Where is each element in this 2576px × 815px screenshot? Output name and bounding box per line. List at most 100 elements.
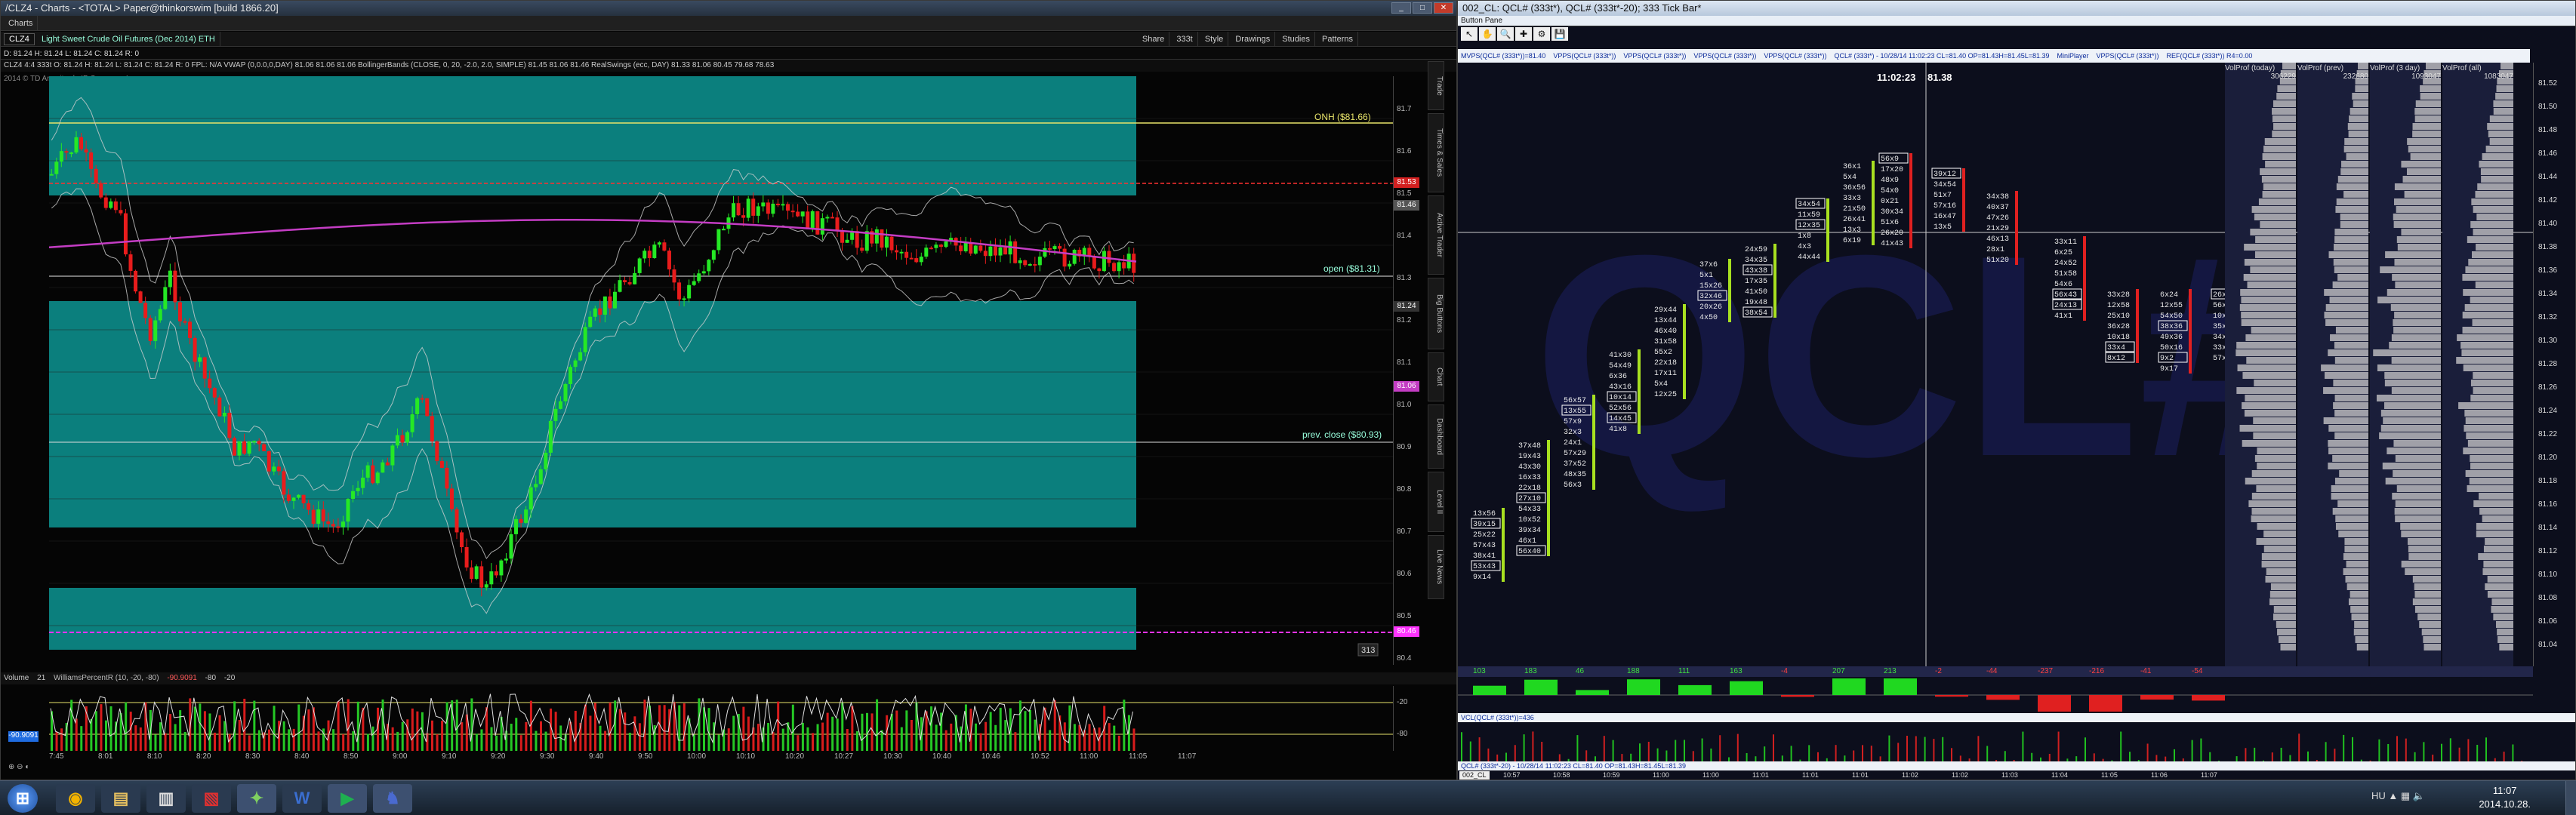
share-button[interactable]: Share — [1138, 32, 1170, 47]
candle-body — [1047, 248, 1052, 250]
tray-arrow-icon[interactable]: ▲ — [2388, 790, 2400, 801]
hand-icon[interactable]: ✋ — [1479, 27, 1496, 41]
indicator-header-item[interactable]: VPPS(QCL# (333t*)) — [1693, 52, 1756, 60]
footprint-bar — [2189, 289, 2192, 374]
candle-body — [410, 414, 414, 432]
system-clock[interactable]: 11:07 2014.10.28. — [2479, 784, 2531, 811]
profile-bar — [2260, 221, 2296, 228]
volume-bar — [139, 727, 142, 751]
volume-profile-total: 232680 — [2343, 72, 2368, 81]
save-icon[interactable]: 💾 — [1551, 27, 1568, 41]
app-icon[interactable]: ♞ — [373, 784, 412, 813]
footprint-price-tick: 81.06 — [2538, 617, 2558, 626]
profile-bar — [2489, 138, 2513, 145]
footprint-cell: 51x6 — [1881, 219, 1899, 227]
price-chart[interactable]: ONH ($81.66) open ($81.31) prev. close (… — [49, 76, 1393, 665]
volume-bar — [732, 715, 735, 751]
footprint-price-axis[interactable]: 81.52 81.50 81.48 81.46 81.44 81.42 81.40 81.38… — [2533, 63, 2575, 666]
price-axis[interactable]: 81.53 81.46 81.24 81.06 80.46 81.7 81.6 81… — [1393, 76, 1422, 665]
williams-chart[interactable] — [49, 686, 1393, 751]
symbol-input[interactable]: CLZ4 — [4, 33, 35, 45]
delta-value: 188 — [1627, 667, 1640, 675]
indicator-header-item[interactable]: MVPS(QCL# (333t*))=81.40 — [1461, 52, 1545, 60]
settings-icon[interactable]: ⚙ — [1533, 27, 1550, 41]
pan-icon[interactable]: ◐ — [25, 763, 29, 771]
maximize-button[interactable]: □ — [1413, 2, 1432, 14]
studies-button[interactable]: Studies — [1277, 32, 1315, 47]
cursor-icon[interactable]: ↖ — [1461, 27, 1478, 41]
thinkorswim-icon[interactable]: ✦ — [237, 784, 276, 813]
start-button[interactable]: ⊞ — [8, 784, 38, 813]
close-button[interactable]: ✕ — [1434, 2, 1453, 14]
delta-value: 207 — [1832, 667, 1845, 675]
side-tab-level-ii[interactable]: Level II — [1428, 472, 1444, 532]
style-button[interactable]: Style — [1200, 32, 1229, 47]
footprint-chart[interactable]: QCL# 11:02:23 81.38 13x56 39x15 25x22 57x43… — [1458, 63, 2533, 666]
chart-tab[interactable]: 002_CL — [1459, 771, 1490, 780]
chrome-icon[interactable]: ◉ — [56, 784, 95, 813]
zoom-out-icon[interactable]: ⊖ — [17, 763, 25, 771]
left-window-titlebar[interactable]: /CLZ4 - Charts - <TOTAL> Paper@thinkorsw… — [1, 1, 1456, 16]
volume-icon[interactable]: 🔈 — [2413, 790, 2425, 801]
zoom-icon[interactable]: 🔍 — [1497, 27, 1514, 41]
vcl-label-row: VCL(QCL# (333t*))=436 — [1458, 713, 2575, 722]
profile-bar — [2343, 553, 2368, 560]
indicator-header-item[interactable]: VPPS(QCL# (333t*)) — [1553, 52, 1616, 60]
side-tab-trade[interactable]: Trade — [1428, 61, 1444, 110]
notepad-icon[interactable]: ▥ — [146, 784, 186, 813]
open-label: open ($81.31) — [1323, 263, 1380, 274]
side-tab-live-news[interactable]: Live News — [1428, 535, 1444, 599]
profile-bar — [2395, 455, 2441, 462]
indicator-header-item[interactable]: QCL# (333t*) - 10/28/14 11:02:23 CL=81.4… — [1834, 52, 2049, 60]
footprint-time-tick: 11:02 — [1952, 771, 1968, 779]
side-tab-big-buttons[interactable]: Big Buttons — [1428, 278, 1444, 349]
delta-bar — [1730, 681, 1763, 695]
crosshair-icon[interactable]: ✚ — [1515, 27, 1532, 41]
indicator-header-item[interactable]: VPPS(QCL# (333t*)) — [2097, 52, 2159, 60]
side-tab-times-sales[interactable]: Times & Sales — [1428, 113, 1444, 192]
chart-tools: Share 333t Style Drawings Studies Patter… — [1138, 32, 1358, 47]
side-tab-active-trader[interactable]: Active Trader — [1428, 195, 1444, 275]
pdf-icon[interactable]: ▧ — [192, 784, 231, 813]
trading-app-icon[interactable]: ▶ — [328, 784, 367, 813]
indicator-header-item[interactable]: VPPS(QCL# (333t*)) — [1764, 52, 1826, 60]
candle-body — [123, 213, 128, 255]
volume-bar — [2209, 752, 2211, 761]
candle-body — [272, 466, 276, 472]
footprint-time-axis[interactable]: 10:57 10:58 10:59 11:00 11:00 11:01 11:01 11:01… — [1458, 770, 2533, 780]
word-icon[interactable]: W — [282, 784, 322, 813]
button-pane-label[interactable]: Button Pane — [1461, 17, 1502, 25]
indicator-header-item[interactable]: REF(QCL# (333t*)) R4=0.00 — [2167, 52, 2253, 60]
indicator-header-item[interactable]: VPPS(QCL# (333t*)) — [1623, 52, 1686, 60]
profile-bar — [2497, 629, 2513, 635]
profile-bar — [2412, 576, 2441, 583]
volume-profile-total: 306229 — [2270, 72, 2296, 81]
charts-tab[interactable]: Charts — [4, 16, 39, 31]
profile-bar — [2458, 402, 2513, 409]
show-desktop-button[interactable] — [2565, 781, 2576, 815]
aggregation-button[interactable]: 333t — [1172, 32, 1198, 47]
footprint-cell: 13x56 — [1473, 510, 1496, 518]
language-indicator[interactable]: HU — [2371, 790, 2386, 801]
volume-bar — [1461, 732, 1462, 761]
candle-body — [425, 398, 430, 417]
zoom-in-icon[interactable]: ⊕ — [8, 763, 17, 771]
indicator-header-item[interactable]: MiniPlayer — [2057, 52, 2088, 60]
candle-body — [331, 524, 335, 527]
candle-body — [988, 246, 993, 257]
candle-body — [662, 242, 667, 251]
volume-bar — [1029, 709, 1031, 751]
time-axis[interactable]: 7:45 8:01 8:10 8:20 8:30 8:40 8:50 9:00 9:10 9:20… — [49, 752, 1393, 764]
minimize-button[interactable]: _ — [1391, 2, 1411, 14]
volume-bar — [2155, 755, 2158, 761]
price-tick: 80.9 — [1397, 443, 1412, 451]
left-window-title: /CLZ4 - Charts - <TOTAL> Paper@thinkorsw… — [5, 2, 279, 14]
side-tab-dashboard[interactable]: Dashboard — [1428, 404, 1444, 469]
profile-bar — [2335, 206, 2368, 213]
patterns-button[interactable]: Patterns — [1317, 32, 1358, 47]
side-tab-chart[interactable]: Chart — [1428, 352, 1444, 401]
right-window-titlebar[interactable]: 002_CL: QCL# (333t*), QCL# (333t*-20); 3… — [1458, 1, 2575, 16]
network-icon[interactable]: ▦ — [2401, 790, 2413, 801]
drawings-button[interactable]: Drawings — [1231, 32, 1276, 47]
explorer-icon[interactable]: ▤ — [101, 784, 140, 813]
